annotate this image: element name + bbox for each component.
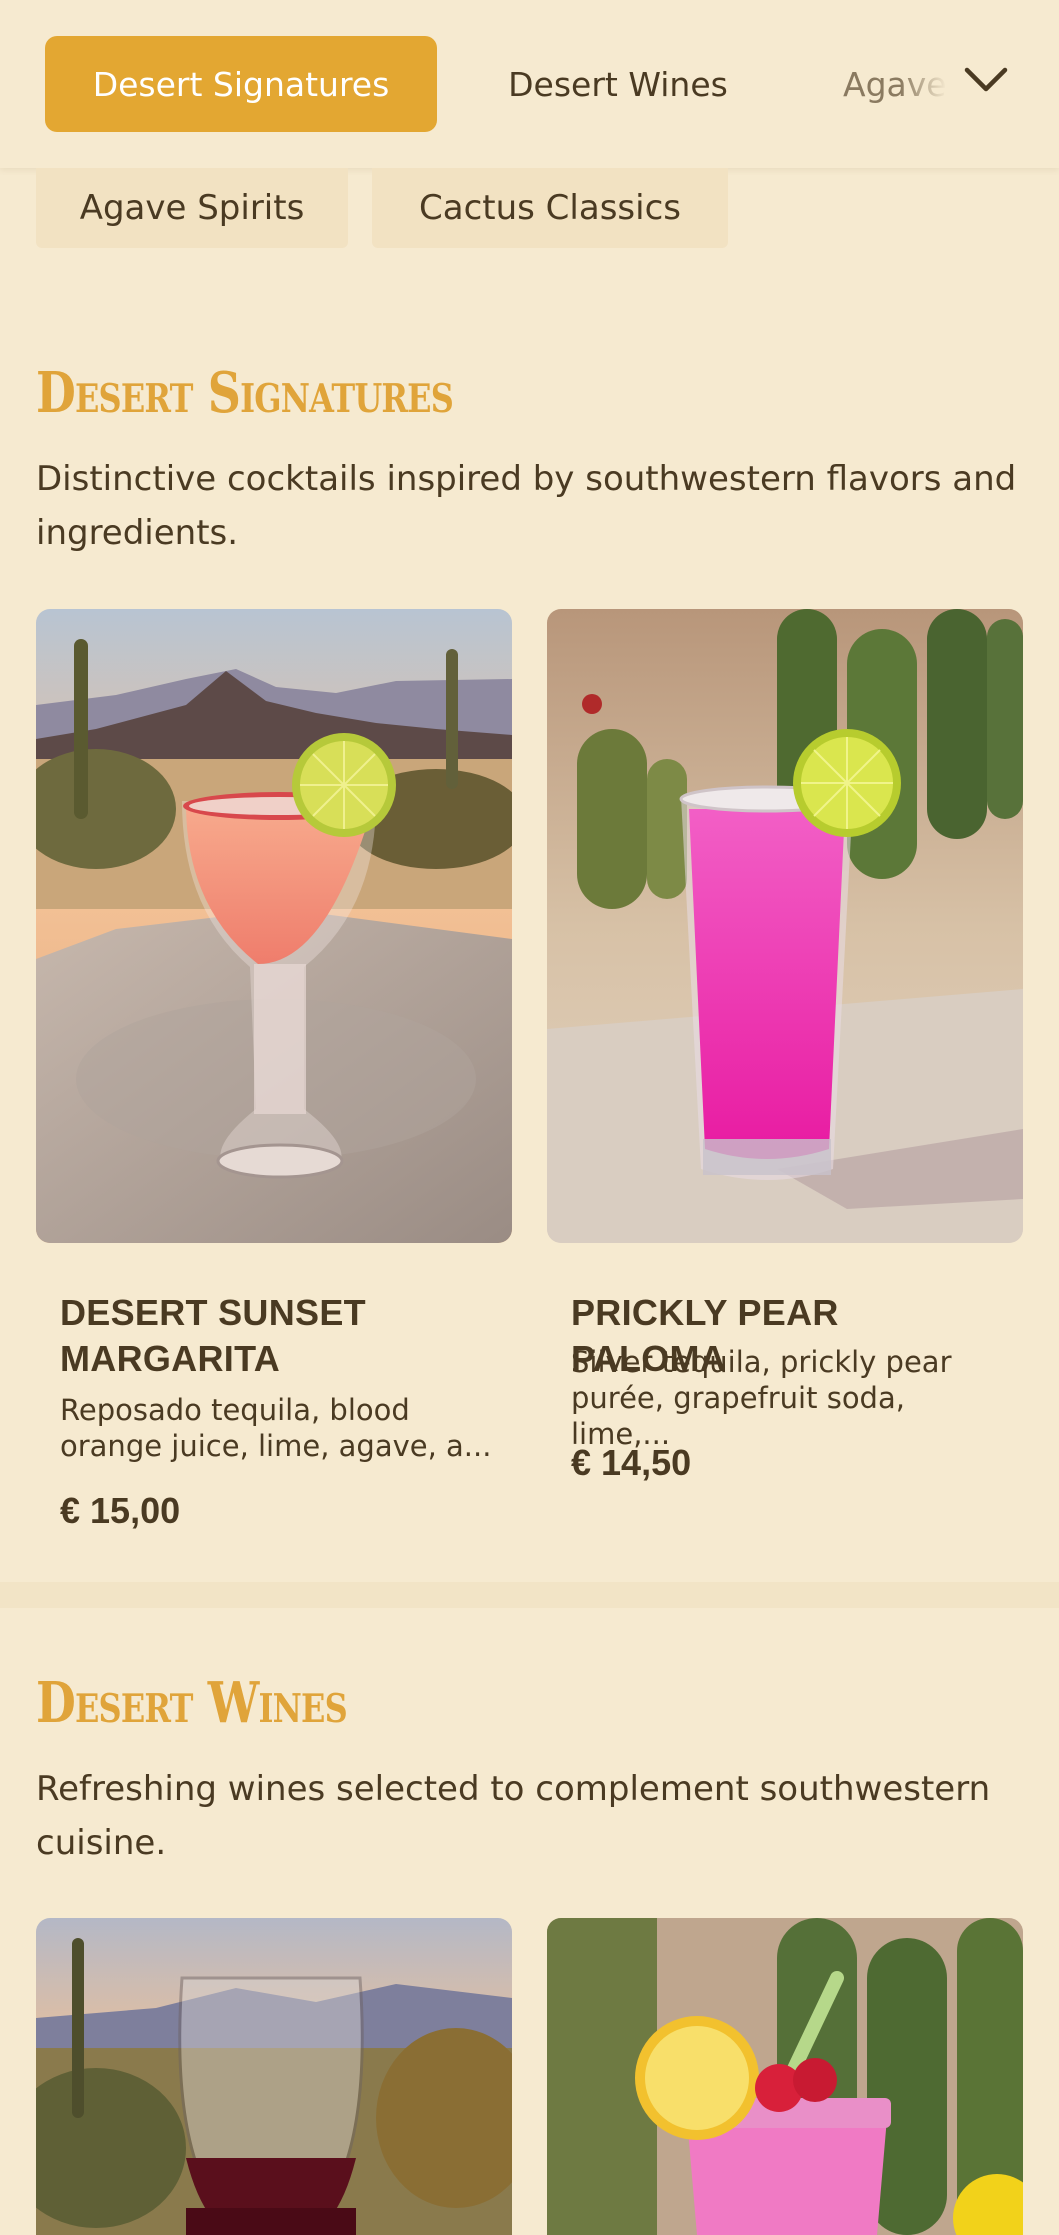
section-divider xyxy=(0,1582,1059,1608)
menu-item-image-wine[interactable] xyxy=(36,1918,512,2235)
menu-item-image-desert-sunset-margarita[interactable] xyxy=(36,609,512,1243)
section-description: Distinctive cocktails inspired by southw… xyxy=(36,459,1017,553)
tab-desert-signatures[interactable]: Desert Signatures xyxy=(45,36,437,132)
menu-item-description: Silver tequila, prickly pear purée, grap… xyxy=(571,1345,952,1451)
chevron-down-icon[interactable] xyxy=(960,60,1012,100)
category-nav-bar: Desert Signatures Desert Wines Agave xyxy=(0,0,1059,168)
pill-cactus-classics[interactable]: Cactus Classics xyxy=(372,168,728,248)
menu-item-image-prickly-pear-paloma[interactable] xyxy=(547,609,1023,1243)
menu-item-image-pink-cooler[interactable] xyxy=(547,1918,1023,2235)
menu-item-price: € 14,50 xyxy=(571,1442,692,1483)
section-title-desert-signatures: Desert Signatures xyxy=(36,360,454,426)
pill-agave-spirits[interactable]: Agave Spirits xyxy=(36,168,348,248)
menu-item-title[interactable]: DESERT SUNSET MARGARITA xyxy=(60,1290,490,1382)
menu-item-price: € 15,00 xyxy=(60,1490,181,1531)
tab-agave[interactable]: Agave xyxy=(800,36,950,132)
tab-desert-wines[interactable]: Desert Wines xyxy=(468,36,768,132)
tab-agave-label: Agave xyxy=(843,64,947,104)
section-description: Refreshing wines selected to complement … xyxy=(36,1769,991,1863)
section-title-desert-wines: Desert Wines xyxy=(36,1670,348,1736)
menu-item-description: Reposado tequila, blood orange juice, li… xyxy=(60,1393,492,1463)
category-tabs: Desert Signatures Desert Wines Agave xyxy=(0,0,1059,168)
